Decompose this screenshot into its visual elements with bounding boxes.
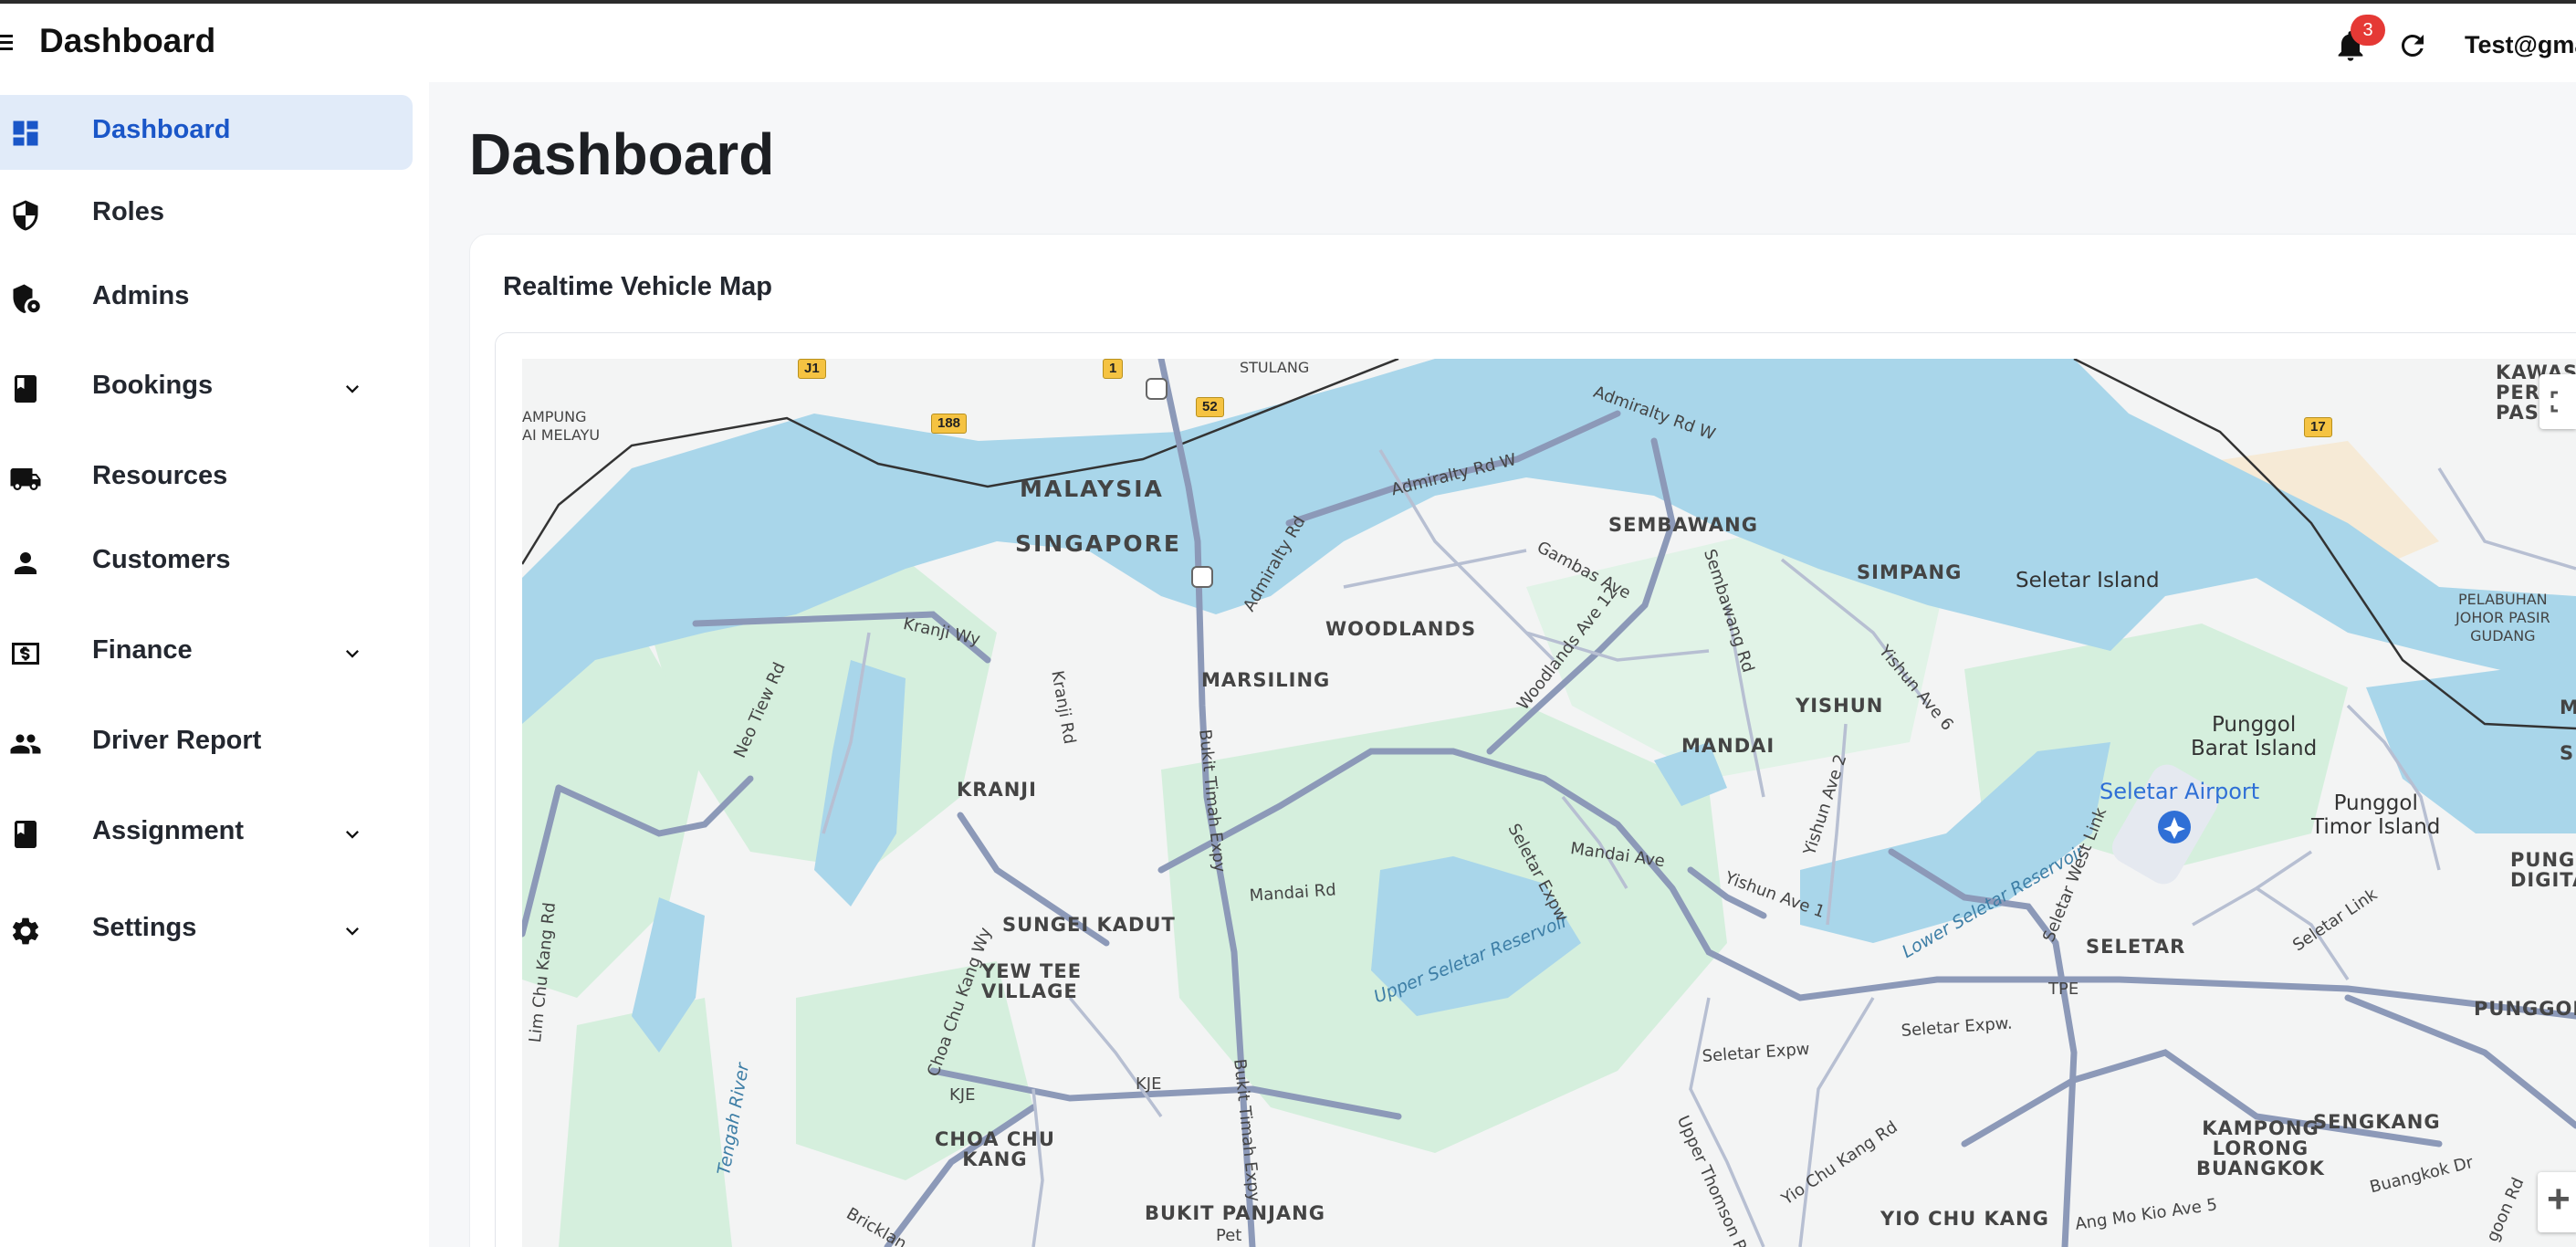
refresh-button[interactable] (2396, 27, 2429, 64)
map-label: CHOA CHU KANG (935, 1128, 1055, 1170)
map-label: PUNGG DIGITAL D (2510, 849, 2576, 891)
page-title: Dashboard (469, 121, 775, 187)
map-label: S (2560, 742, 2575, 764)
sidebar-item-label: Driver Report (92, 726, 262, 755)
map-canvas (522, 359, 2576, 1247)
map-label: SENGKANG (2313, 1111, 2441, 1133)
sidebar-item-label: Admins (92, 281, 190, 310)
sidebar-item-label: Resources (92, 461, 228, 490)
map-label: SELETAR (2086, 936, 2186, 958)
chevron-down-icon (346, 385, 359, 393)
sidebar-item-finance[interactable]: Finance (0, 615, 413, 690)
fullscreen-icon (2550, 391, 2558, 413)
map-label: KJE (949, 1085, 976, 1105)
sidebar-item-label: Settings (92, 913, 197, 942)
people-icon (10, 734, 41, 754)
map-label: Punggol Barat Island (2191, 713, 2318, 760)
map-label: MARSILING (1201, 669, 1331, 691)
map-label: KAMPONG LORONG BUANGKOK (2196, 1117, 2325, 1179)
map-label: Seletar Airport (2100, 779, 2260, 804)
map-label: MALAYSIA (1020, 476, 1164, 502)
map-label: M (2560, 697, 2576, 718)
person-icon (15, 552, 37, 574)
sidebar-item-roles[interactable]: Roles (0, 177, 413, 252)
sidebar-item-label: Customers (92, 545, 231, 574)
map-label: KRANJI (957, 779, 1037, 801)
map-label: STULANG (1240, 359, 1310, 376)
map-label: BUKIT PANJANG (1145, 1202, 1325, 1224)
sidebar-item-admins[interactable]: Admins (0, 261, 413, 336)
notification-badge: 3 (2351, 15, 2385, 46)
sidebar-item-label: Bookings (92, 371, 214, 400)
sidebar-item-dashboard[interactable]: Dashboard (0, 95, 413, 170)
route-shield: 1 (1103, 359, 1124, 379)
route-shield: J1 (798, 359, 826, 379)
map-label: AMPUNG AI MELAYU (522, 408, 601, 444)
map-label: YEW TEE VILLAGE (981, 960, 1083, 1002)
refresh-icon (2402, 35, 2424, 57)
chevron-down-icon (346, 927, 359, 936)
route-shield: 188 (931, 414, 968, 434)
map-label: SIMPANG (1857, 561, 1963, 583)
top-app-bar: Dashboard 3 Test@gma (0, 4, 2576, 82)
money-icon (12, 643, 39, 665)
map-label: PUNGGOL (2474, 998, 2576, 1020)
user-email[interactable]: Test@gma (2465, 31, 2576, 59)
card-title: Realtime Vehicle Map (503, 272, 772, 301)
app-title: Dashboard (39, 22, 216, 59)
admin-shield-icon (13, 284, 40, 313)
route-shield: 52 (1196, 397, 1224, 417)
shield-icon (13, 200, 38, 231)
map-label: MANDAI (1681, 735, 1775, 757)
truck-icon (10, 468, 41, 490)
map-label: SEMBAWANG (1608, 514, 1758, 536)
sidebar-item-bookings[interactable]: Bookings (0, 351, 413, 425)
zoom-in-button[interactable]: + (2538, 1172, 2576, 1232)
map-label: SINGAPORE (1015, 530, 1182, 557)
sidebar-item-label: Roles (92, 197, 164, 226)
sidebar-item-resources[interactable]: Resources (0, 441, 413, 516)
sidebar-item-settings[interactable]: Settings (0, 893, 413, 968)
map-label: Seletar Island (2016, 569, 2160, 592)
map-label: TPE (2048, 980, 2079, 999)
chevron-down-icon (346, 831, 359, 839)
menu-icon[interactable] (0, 35, 13, 51)
map-label: Pet (1216, 1226, 1242, 1245)
sidebar-item-customers[interactable]: Customers (0, 525, 413, 600)
chevron-down-icon (346, 650, 359, 658)
realtime-vehicle-map[interactable]: J1 1 52 188 17 MALAYSIA SINGAPORE SEMBAW… (522, 359, 2576, 1247)
dashboard-icon (13, 121, 38, 146)
sidebar-item-label: Assignment (92, 816, 244, 845)
route-shield: 17 (2304, 417, 2332, 437)
map-label: SUNGEI KADUT (1002, 914, 1176, 936)
plus-icon: + (2547, 1177, 2571, 1221)
sidebar-item-label: Finance (92, 635, 193, 665)
book-icon (15, 821, 37, 848)
book-icon (15, 375, 37, 403)
fullscreen-button[interactable] (2539, 374, 2576, 429)
gear-icon (12, 917, 39, 945)
map-label: PELABUHAN JOHOR PASIR GUDANG (2456, 591, 2550, 644)
sidebar-item-assignment[interactable]: Assignment (0, 796, 413, 871)
sidebar-item-driver-report[interactable]: Driver Report (0, 706, 413, 781)
map-label: KJE (1136, 1074, 1162, 1094)
map-label: YIO CHU KANG (1880, 1208, 2049, 1230)
map-label: WOODLANDS (1325, 618, 1477, 640)
sidebar: Dashboard Roles Admins Bookings Resource… (0, 82, 429, 1247)
sidebar-item-label: Dashboard (92, 115, 231, 144)
map-label: YISHUN (1796, 695, 1884, 717)
map-label: Punggol Timor Island (2311, 791, 2441, 839)
